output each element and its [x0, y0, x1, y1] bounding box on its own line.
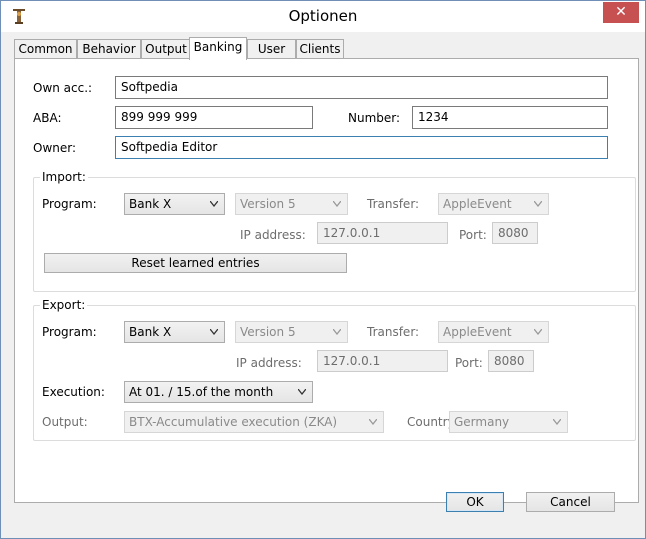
export-program-select[interactable]: Bank X — [124, 321, 225, 343]
window-title: Optionen — [288, 7, 358, 25]
output-select[interactable]: BTX-Accumulative execution (ZKA) — [124, 411, 384, 433]
output-value: BTX-Accumulative execution (ZKA) — [129, 415, 338, 429]
country-select[interactable]: Germany — [449, 411, 568, 433]
reset-learned-entries-button[interactable]: Reset learned entries — [44, 253, 347, 273]
ok-button[interactable]: OK — [446, 492, 504, 512]
import-port-label: Port: — [459, 228, 487, 242]
export-version-value: Version 5 — [240, 325, 296, 339]
export-program-label: Program: — [42, 325, 97, 339]
title-bar[interactable]: Optionen ✕ — [1, 1, 645, 32]
export-transfer-select[interactable]: AppleEvent — [438, 321, 549, 343]
import-ip-label: IP address: — [240, 228, 306, 242]
chevron-down-icon — [210, 329, 218, 335]
chevron-down-icon — [210, 201, 218, 207]
export-transfer-label: Transfer: — [367, 325, 420, 339]
country-value: Germany — [454, 415, 510, 429]
import-transfer-select[interactable]: AppleEvent — [438, 193, 549, 215]
export-transfer-value: AppleEvent — [443, 325, 512, 339]
number-field[interactable]: 1234 — [412, 106, 608, 129]
chevron-down-icon — [534, 201, 542, 207]
chevron-down-icon — [553, 419, 561, 425]
tab-clients[interactable]: Clients — [296, 39, 344, 59]
chevron-down-icon — [534, 329, 542, 335]
export-port-field[interactable]: 8080 — [488, 350, 534, 372]
import-program-value: Bank X — [129, 197, 172, 211]
import-transfer-label: Transfer: — [367, 197, 420, 211]
tab-user[interactable]: User — [247, 39, 296, 59]
import-version-select[interactable]: Version 5 — [235, 193, 348, 215]
tab-common[interactable]: Common — [14, 39, 77, 59]
tab-banking[interactable]: Banking — [189, 37, 247, 60]
chevron-down-icon — [333, 329, 341, 335]
import-program-label: Program: — [42, 197, 97, 211]
tab-behavior[interactable]: Behavior — [77, 39, 141, 59]
import-version-value: Version 5 — [240, 197, 296, 211]
country-label: Country: — [407, 415, 449, 429]
execution-select[interactable]: At 01. / 15.of the month — [124, 381, 313, 403]
import-title: Import: — [40, 170, 88, 184]
export-version-select[interactable]: Version 5 — [235, 321, 348, 343]
cancel-button[interactable]: Cancel — [526, 492, 615, 512]
export-title: Export: — [40, 298, 88, 312]
own-acc-field[interactable]: Softpedia — [115, 76, 608, 99]
owner-field[interactable]: Softpedia Editor — [115, 136, 608, 159]
export-program-value: Bank X — [129, 325, 172, 339]
tab-output[interactable]: Output — [141, 39, 191, 59]
import-transfer-value: AppleEvent — [443, 197, 512, 211]
chevron-down-icon — [333, 201, 341, 207]
chevron-down-icon — [298, 389, 306, 395]
export-ip-field[interactable]: 127.0.0.1 — [317, 350, 448, 372]
number-label: Number: — [348, 111, 401, 125]
aba-field[interactable]: 899 999 999 — [115, 106, 313, 129]
export-ip-label: IP address: — [236, 356, 302, 370]
import-port-field[interactable]: 8080 — [492, 222, 538, 244]
close-icon[interactable]: ✕ — [603, 2, 639, 23]
dialog-client: Common Behavior Output Banking User Clie… — [8, 32, 639, 532]
output-label: Output: — [42, 415, 88, 429]
aba-label: ABA: — [33, 111, 62, 125]
export-port-label: Port: — [455, 356, 483, 370]
execution-label: Execution: — [42, 385, 105, 399]
import-program-select[interactable]: Bank X — [124, 193, 225, 215]
import-ip-field[interactable]: 127.0.0.1 — [317, 222, 448, 244]
own-acc-label: Own acc.: — [33, 81, 93, 95]
execution-value: At 01. / 15.of the month — [129, 385, 274, 399]
chevron-down-icon — [369, 419, 377, 425]
options-window: Optionen ✕ Common Behavior Output Bankin… — [0, 0, 646, 539]
owner-label: Owner: — [33, 141, 77, 155]
banking-panel: Own acc.: Softpedia ABA: 899 999 999 Num… — [14, 58, 639, 503]
